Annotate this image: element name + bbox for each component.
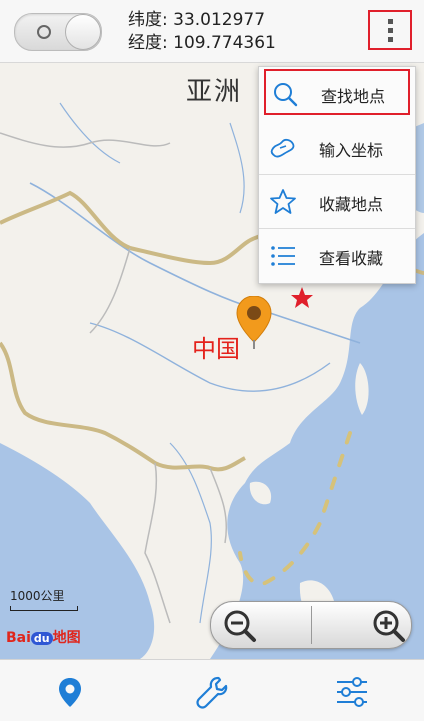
- country-label: 中国: [192, 335, 240, 363]
- zoom-out-button[interactable]: [211, 602, 311, 648]
- map-scale: 1000公里: [10, 587, 78, 611]
- overflow-menu: 查找地点 输入坐标 收藏地点 查看收藏: [258, 66, 416, 284]
- nav-location-button[interactable]: [50, 672, 90, 712]
- search-icon: [274, 83, 298, 107]
- continent-label: 亚洲: [186, 77, 243, 107]
- nav-settings-button[interactable]: [332, 672, 372, 712]
- zoom-in-icon: [373, 610, 405, 642]
- coordinates-readout: 纬度: 33.012977 经度: 109.774361: [128, 9, 276, 55]
- longitude-text: 经度: 109.774361: [128, 33, 276, 53]
- zoom-control: [210, 601, 412, 649]
- toggle-off-indicator: [37, 25, 51, 39]
- logo-part-2: du: [30, 632, 53, 645]
- top-bar: 纬度: 33.012977 经度: 109.774361: [0, 0, 424, 63]
- bottom-navigation: [0, 659, 424, 721]
- baidu-logo: Bai du 地图: [6, 627, 81, 647]
- menu-item-label: 输入坐标: [319, 141, 384, 160]
- menu-item-find-place[interactable]: 查找地点: [264, 69, 410, 115]
- menu-item-view-favorites[interactable]: 查看收藏: [259, 229, 415, 283]
- toggle-knob[interactable]: [65, 14, 101, 50]
- menu-item-label: 查看收藏: [319, 249, 384, 268]
- location-marker-icon[interactable]: [236, 296, 272, 350]
- list-icon: [271, 246, 295, 266]
- sliders-icon: [337, 677, 367, 707]
- location-pin-icon: [59, 678, 81, 707]
- menu-item-enter-coordinates[interactable]: 输入坐标: [259, 121, 415, 175]
- scale-bar: [10, 606, 78, 611]
- wrench-icon: [196, 676, 228, 709]
- scale-label: 1000公里: [10, 589, 65, 603]
- menu-item-label: 查找地点: [321, 87, 386, 106]
- overflow-menu-button[interactable]: [368, 10, 412, 50]
- nav-tools-button[interactable]: [192, 672, 232, 712]
- menu-item-favorite-place[interactable]: 收藏地点: [259, 175, 415, 229]
- latitude-text: 纬度: 33.012977: [128, 10, 266, 30]
- toggle-switch[interactable]: [14, 13, 102, 51]
- zoom-out-icon: [224, 610, 256, 642]
- map-icon: [270, 138, 295, 158]
- logo-part-1: Bai: [6, 630, 31, 646]
- menu-item-label: 收藏地点: [319, 195, 384, 214]
- zoom-in-button[interactable]: [312, 602, 412, 648]
- star-icon: [270, 189, 296, 214]
- logo-part-3: 地图: [52, 630, 81, 646]
